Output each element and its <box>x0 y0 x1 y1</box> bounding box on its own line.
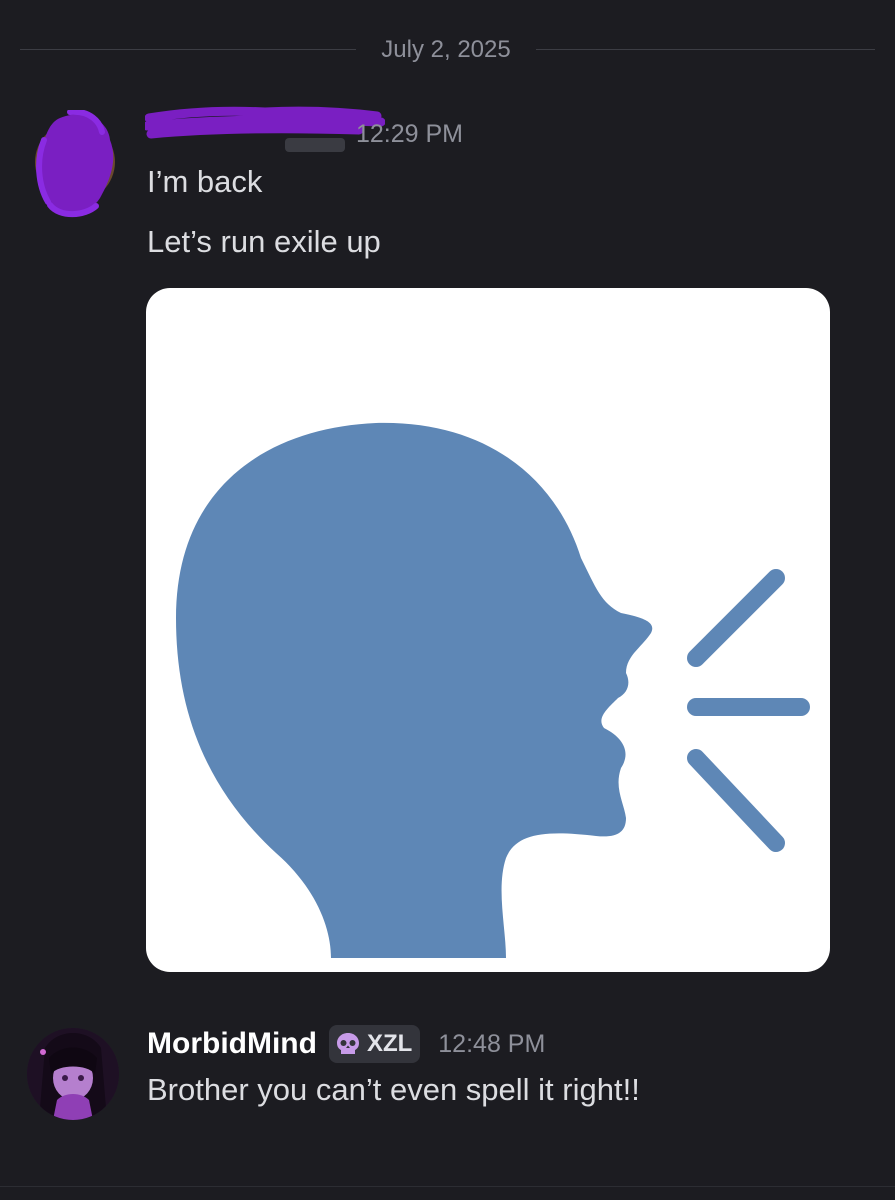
image-attachment[interactable] <box>146 288 830 972</box>
message-header: MorbidMind XZL 12:48 PM <box>147 1022 545 1066</box>
skull-icon <box>336 1033 359 1054</box>
redacted-username <box>142 106 386 154</box>
date-divider: July 2, 2025 <box>20 30 875 70</box>
username[interactable]: MorbidMind <box>147 1027 317 1061</box>
divider-line <box>0 1186 895 1187</box>
message-timestamp: 12:48 PM <box>438 1029 546 1058</box>
avatar[interactable] <box>27 1028 119 1120</box>
server-tag[interactable]: XZL <box>328 1025 421 1063</box>
date-label: July 2, 2025 <box>381 36 511 63</box>
divider-line <box>536 49 875 50</box>
chat-screen: July 2, 2025 12:29 PM I’m back Let’s run… <box>0 0 895 1200</box>
message-text: Brother you can’t even spell it right!! <box>147 1072 640 1107</box>
message-text: Let’s run exile up <box>147 224 381 259</box>
tag-label: XZL <box>366 1030 413 1057</box>
message-text: I’m back <box>147 164 263 199</box>
divider-line <box>20 49 356 50</box>
avatar[interactable] <box>30 108 120 220</box>
speaking-head-icon <box>176 422 810 958</box>
message-timestamp: 12:29 PM <box>356 120 464 148</box>
